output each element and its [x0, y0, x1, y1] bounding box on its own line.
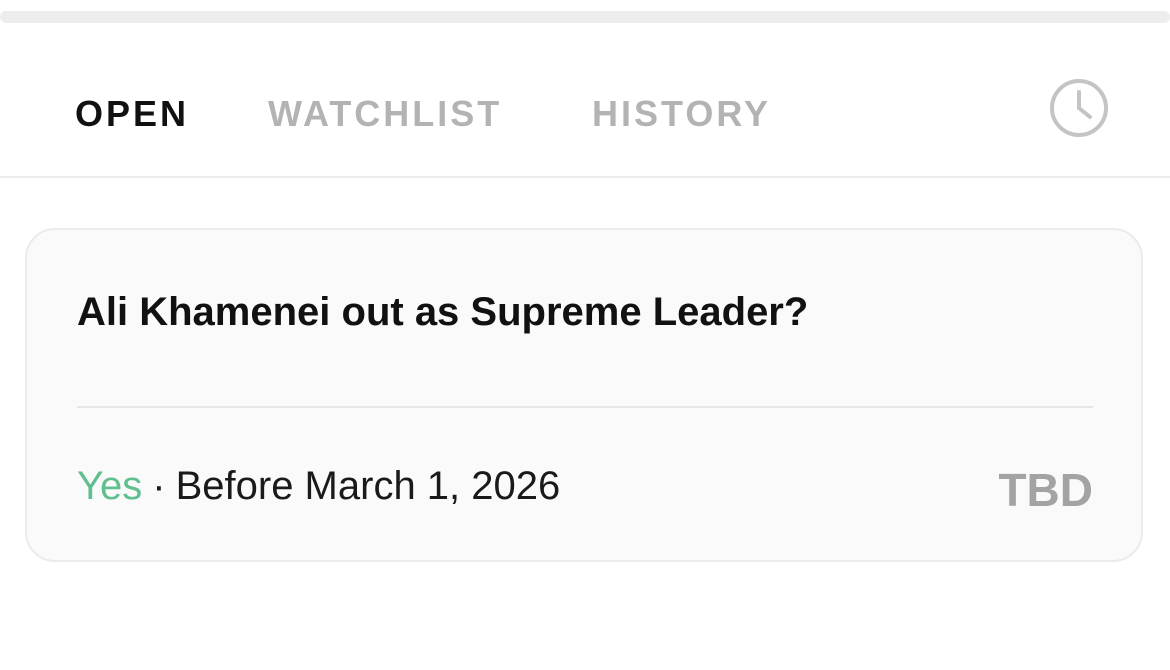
deadline-label: Before March 1, 2026	[175, 464, 561, 508]
tab-bar: OPEN WATCHLIST HISTORY	[0, 60, 1170, 178]
top-drag-bar	[0, 11, 1170, 23]
market-position: Yes · Before March 1, 2026	[77, 460, 560, 512]
status-badge: TBD	[998, 464, 1093, 516]
tab-watchlist[interactable]: WATCHLIST	[268, 92, 502, 136]
tab-open[interactable]: OPEN	[75, 92, 189, 136]
clock-icon[interactable]	[1048, 77, 1110, 139]
tab-history[interactable]: HISTORY	[592, 92, 771, 136]
outcome-label: Yes	[77, 464, 143, 508]
card-divider	[77, 406, 1093, 408]
separator-dot: ·	[152, 464, 166, 508]
market-card[interactable]: Ali Khamenei out as Supreme Leader? Yes ·…	[25, 228, 1143, 562]
market-title: Ali Khamenei out as Supreme Leader?	[77, 290, 809, 334]
